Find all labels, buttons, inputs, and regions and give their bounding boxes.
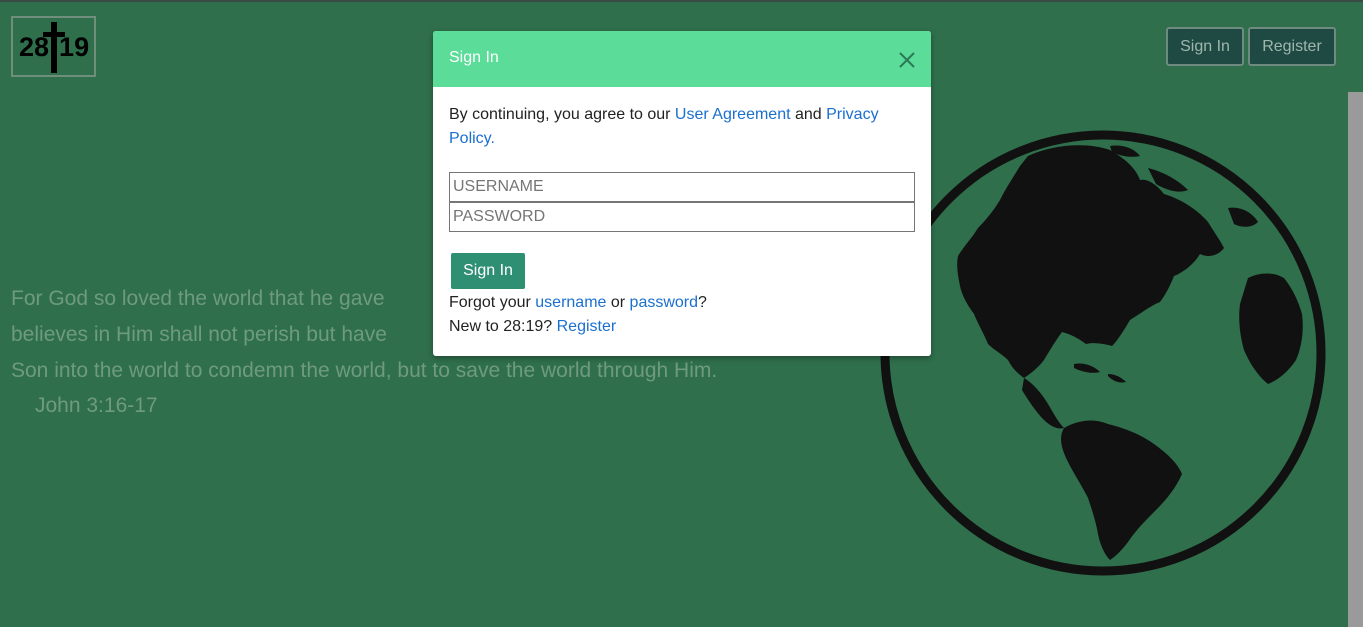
site-logo[interactable]: 28 19 <box>11 16 96 77</box>
nav-signin-button[interactable]: Sign In <box>1166 27 1244 66</box>
signin-submit-button[interactable]: Sign In <box>451 253 525 289</box>
user-agreement-link[interactable]: User Agreement <box>675 106 791 123</box>
new-user-prompt: New to 28:19? Register <box>449 315 616 339</box>
forgot-suffix: ? <box>698 294 707 311</box>
agreement-text: By continuing, you agree to our User Agr… <box>449 103 909 151</box>
agreement-suffix: . <box>490 130 495 147</box>
top-border <box>0 0 1363 2</box>
verse-line: Son into the world to condemn the world,… <box>11 359 718 382</box>
scrollbar[interactable] <box>1348 92 1363 627</box>
globe-icon <box>880 130 1326 576</box>
forgot-username-link[interactable]: username <box>535 294 606 311</box>
register-link[interactable]: Register <box>557 318 617 335</box>
password-input[interactable] <box>449 202 915 232</box>
new-user-prefix: New to 28:19? <box>449 318 557 335</box>
close-icon[interactable] <box>896 49 918 71</box>
signin-modal: Sign In By continuing, you agree to our … <box>433 31 931 356</box>
username-input[interactable] <box>449 172 915 202</box>
agreement-and: and <box>790 106 827 123</box>
logo-text-left: 28 <box>19 32 50 62</box>
modal-title: Sign In <box>449 49 499 66</box>
verse-reference: John 3:16-17 <box>35 394 158 417</box>
modal-header: Sign In <box>433 31 931 87</box>
forgot-or: or <box>606 294 630 311</box>
agreement-prefix: By continuing, you agree to our <box>449 106 675 123</box>
forgot-password-link[interactable]: password <box>630 294 698 311</box>
nav-register-button[interactable]: Register <box>1248 27 1336 66</box>
logo-text: 28 19 <box>19 32 89 63</box>
logo-text-right: 19 <box>59 32 90 62</box>
forgot-prefix: Forgot your <box>449 294 536 311</box>
forgot-credentials: Forgot your username or password? <box>449 291 707 315</box>
